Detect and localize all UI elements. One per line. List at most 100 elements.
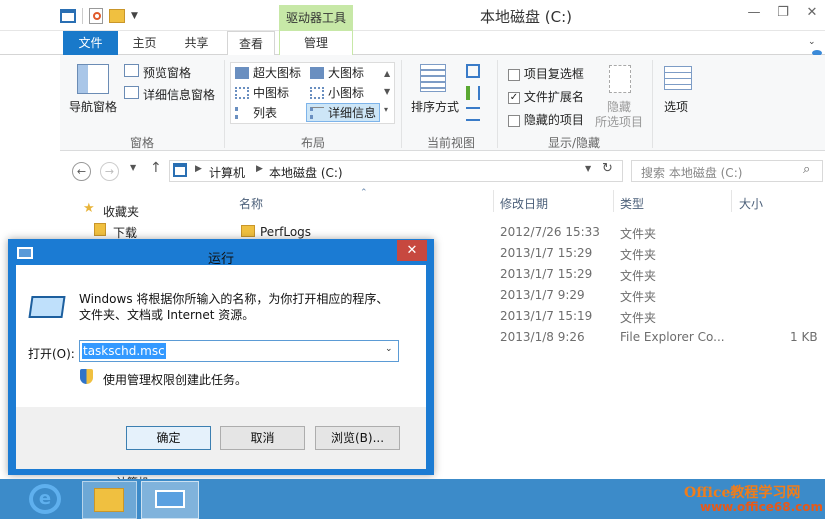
file-date: 2012/7/26 15:33 — [500, 225, 600, 239]
size-columns-icon[interactable] — [466, 107, 480, 121]
forward-arrow-icon[interactable]: → — [100, 162, 119, 181]
layout-small[interactable]: 小图标 — [307, 83, 367, 102]
column-header-date[interactable]: 修改日期 — [500, 195, 548, 212]
options-button[interactable]: 选项 — [664, 98, 688, 115]
run-taskbar-icon — [155, 490, 185, 508]
group-label-layout: 布局 — [301, 136, 326, 150]
nav-item-favorites[interactable]: 收藏夹 — [103, 203, 139, 220]
checkbox-unchecked[interactable] — [508, 68, 520, 81]
watermark-title: Office教程学习网 — [684, 485, 801, 501]
file-date: 2013/1/8 9:26 — [500, 330, 585, 344]
breadcrumb-computer[interactable]: 计算机 — [209, 164, 245, 181]
layout-large[interactable]: 大图标 — [307, 63, 367, 82]
watermark-url: www.office68.com — [700, 500, 824, 514]
nav-pane-button[interactable]: 导航窗格 — [69, 98, 117, 115]
ribbon-expand-icon[interactable]: ⌄ — [808, 37, 816, 47]
checkbox-checked[interactable]: ✓ — [508, 91, 520, 104]
layout-medium[interactable]: 中图标 — [232, 83, 292, 102]
browse-button[interactable]: 浏览(B)... — [315, 426, 400, 450]
column-header-size[interactable]: 大小 — [739, 195, 763, 212]
item-checkbox-toggle[interactable]: 项目复选框 — [508, 65, 584, 82]
up-arrow-icon[interactable]: ↑ — [150, 160, 162, 176]
details-icon — [310, 106, 324, 119]
list-icon — [235, 106, 249, 119]
hide-selected-icon — [609, 65, 631, 93]
hidden-items-toggle[interactable]: 隐藏的项目 — [508, 111, 584, 128]
close-button[interactable]: ✕ — [800, 2, 824, 24]
qat-dropdown-icon[interactable]: ▼ — [131, 11, 138, 21]
options-icon — [664, 66, 692, 90]
cancel-button[interactable]: 取消 — [220, 426, 305, 450]
group-label-current-view: 当前视图 — [427, 136, 476, 150]
small-icons-icon — [310, 86, 324, 99]
back-arrow-icon[interactable]: ← — [72, 162, 91, 181]
column-header-type[interactable]: 类型 — [620, 195, 644, 212]
run-icon — [28, 296, 66, 318]
context-tab-header: 驱动器工具 — [279, 5, 353, 31]
address-dropdown-icon[interactable]: ▼ — [585, 164, 591, 173]
new-folder-icon[interactable] — [109, 9, 125, 23]
breadcrumb-chevron-icon[interactable]: ▶ — [256, 164, 263, 174]
divider — [224, 60, 225, 148]
minimize-button[interactable]: — — [742, 2, 766, 24]
sort-button[interactable]: 排序方式 — [411, 98, 459, 115]
file-type: 文件夹 — [620, 269, 657, 283]
file-date: 2013/1/7 15:19 — [500, 309, 593, 323]
group-by-icon[interactable] — [466, 64, 480, 78]
sort-up-icon: ⌃ — [360, 188, 368, 198]
divider — [82, 8, 83, 24]
details-pane-icon — [124, 86, 139, 99]
file-size: 1 KB — [790, 330, 818, 344]
file-name[interactable]: PerfLogs — [260, 225, 311, 239]
layout-extra-large[interactable]: 超大图标 — [232, 63, 304, 82]
layout-details[interactable]: 详细信息 — [306, 103, 381, 122]
folder-icon — [241, 225, 255, 237]
extra-large-icons-icon — [235, 66, 249, 79]
maximize-button[interactable]: ❐ — [771, 2, 795, 24]
medium-icons-icon — [235, 86, 249, 99]
tab-manage[interactable]: 管理 — [279, 31, 353, 55]
tab-view[interactable]: 查看 — [227, 31, 275, 56]
properties-icon[interactable] — [89, 8, 103, 24]
recent-dropdown-icon[interactable]: ▼ — [130, 163, 136, 172]
search-placeholder: 搜索 本地磁盘 (C:) — [641, 166, 743, 180]
star-icon: ★ — [83, 201, 95, 216]
nav-pane-icon[interactable] — [77, 64, 109, 94]
layout-list[interactable]: 列表 — [232, 103, 280, 122]
sort-icon — [420, 64, 446, 92]
file-date: 2013/1/7 15:29 — [500, 246, 593, 260]
divider[interactable] — [493, 190, 494, 212]
file-type: File Explorer Co... — [620, 330, 725, 344]
divider — [401, 60, 402, 148]
file-type: 文件夹 — [620, 227, 657, 241]
breadcrumb-local-disk[interactable]: 本地磁盘 (C:) — [269, 164, 343, 181]
internet-explorer-icon[interactable]: e — [29, 484, 61, 514]
details-pane-button[interactable]: 详细信息窗格 — [143, 86, 215, 103]
run-command-value: taskschd.msc — [82, 343, 166, 359]
checkbox-unchecked[interactable] — [508, 114, 520, 127]
layout-scroll-icon[interactable]: ▲ ▼ ▾ — [384, 65, 390, 119]
refresh-icon[interactable]: ↻ — [602, 161, 613, 176]
tab-file[interactable]: 文件 — [63, 31, 118, 55]
divider[interactable] — [731, 190, 732, 212]
breadcrumb-chevron-icon[interactable]: ▶ — [195, 164, 202, 174]
run-dropdown-icon[interactable]: ⌄ — [385, 344, 393, 354]
divider[interactable] — [613, 190, 614, 212]
preview-pane-button[interactable]: 预览窗格 — [143, 64, 191, 81]
file-type: 文件夹 — [620, 311, 657, 325]
file-type: 文件夹 — [620, 290, 657, 304]
ok-button[interactable]: 确定 — [126, 426, 211, 450]
run-app-icon — [17, 247, 33, 259]
hide-selected-button-line2: 所选项目 — [595, 115, 644, 129]
add-columns-icon[interactable] — [466, 86, 480, 100]
explorer-icon[interactable] — [60, 9, 76, 23]
tab-home[interactable]: 主页 — [122, 31, 167, 55]
admin-note: 使用管理权限创建此任务。 — [103, 373, 248, 387]
tab-share[interactable]: 共享 — [174, 31, 219, 55]
run-close-button[interactable]: ✕ — [397, 240, 427, 261]
uac-shield-icon — [80, 369, 93, 384]
column-header-name[interactable]: 名称 — [239, 195, 263, 212]
file-extension-toggle[interactable]: ✓ 文件扩展名 — [508, 88, 584, 105]
divider — [497, 60, 498, 148]
search-icon[interactable]: ⌕ — [803, 162, 810, 177]
